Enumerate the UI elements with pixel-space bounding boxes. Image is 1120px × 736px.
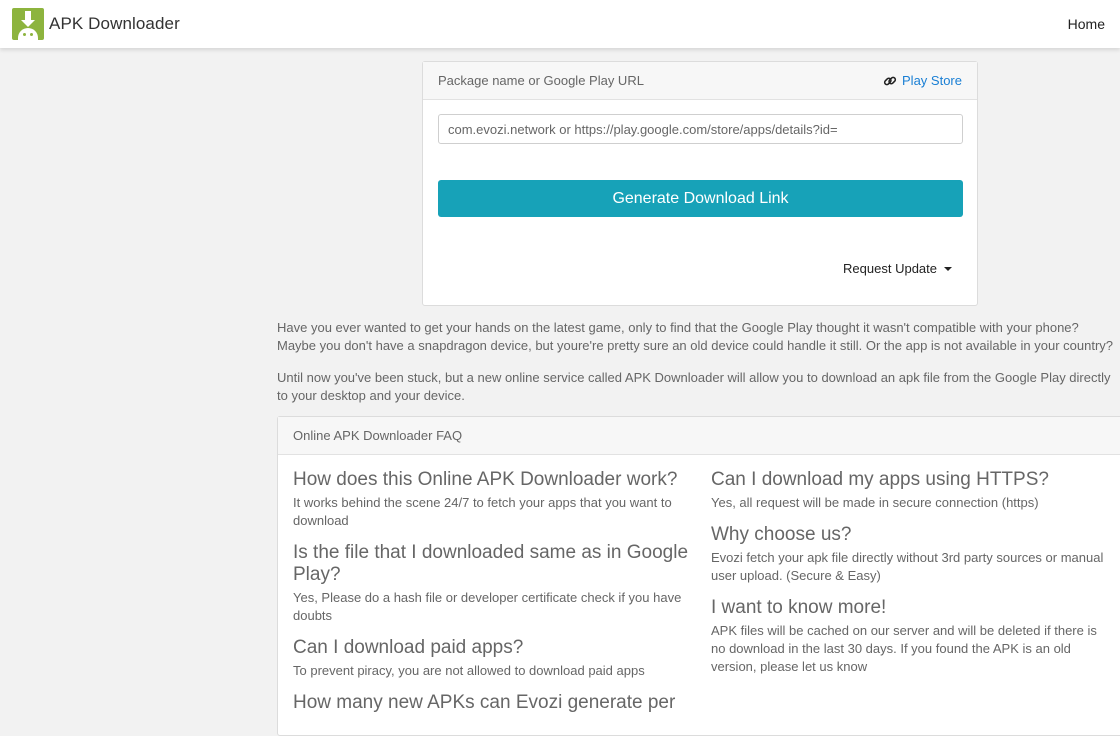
form-header-label: Package name or Google Play URL [438,73,644,88]
faq-answer: Evozi fetch your apk file directly witho… [711,550,1104,583]
faq-question: Can I download my apps using HTTPS? [711,469,1049,490]
package-url-input[interactable] [438,114,963,144]
faq-answer: APK files will be cached on our server a… [711,623,1097,674]
request-update-dropdown[interactable]: Request Update [843,261,952,276]
intro-text: Have you ever wanted to get your hands o… [277,319,1117,405]
faq-item: How many new APKs can Evozi generate per [293,692,693,714]
play-store-label: Play Store [902,73,962,88]
intro-line-2: Maybe you don't have a snapdragon device… [277,338,1114,353]
link-icon [883,76,897,85]
faq-question: Can I download paid apps? [293,637,524,658]
nav-home-link[interactable]: Home [1068,16,1105,32]
faq-title: Online APK Downloader FAQ [278,417,1120,455]
faq-item: How does this Online APK Downloader work… [293,469,693,530]
faq-item: Can I download my apps using HTTPS? Yes,… [711,469,1111,512]
faq-question: Is the file that I downloaded same as in… [293,542,689,585]
generate-download-link-button[interactable]: Generate Download Link [438,180,963,217]
faq-question: Why choose us? [711,524,852,545]
faq-card: Online APK Downloader FAQ How does this … [277,416,1120,736]
request-update-label: Request Update [843,261,937,276]
faq-answer: Yes, Please do a hash file or developer … [293,590,682,623]
faq-question: How does this Online APK Downloader work… [293,469,678,490]
intro-paragraph-2: Until now you've been stuck, but a new o… [277,370,1111,403]
brand-name: APK Downloader [49,14,180,33]
form-header: Package name or Google Play URL Play Sto… [423,62,977,100]
play-store-link[interactable]: Play Store [883,73,962,88]
brand[interactable]: APK Downloader [12,8,180,40]
download-form-card: Package name or Google Play URL Play Sto… [422,61,978,306]
intro-paragraph-1: Have you ever wanted to get your hands o… [277,319,1117,355]
faq-item: Why choose us? Evozi fetch your apk file… [711,524,1111,585]
faq-question: How many new APKs can Evozi generate per [293,692,676,713]
navbar: APK Downloader Home [0,0,1120,48]
faq-column-right: Can I download my apps using HTTPS? Yes,… [711,469,1111,688]
faq-answer: To prevent piracy, you are not allowed t… [293,663,645,678]
faq-item: Can I download paid apps? To prevent pir… [293,637,693,680]
faq-answer: Yes, all request will be made in secure … [711,495,1039,510]
faq-question: I want to know more! [711,597,887,618]
faq-column-left: How does this Online APK Downloader work… [293,469,693,717]
android-download-icon [12,8,44,40]
caret-down-icon [944,266,952,271]
faq-item: Is the file that I downloaded same as in… [293,542,693,625]
faq-answer: It works behind the scene 24/7 to fetch … [293,495,672,528]
intro-line-1: Have you ever wanted to get your hands o… [277,320,1079,335]
faq-item: I want to know more! APK files will be c… [711,597,1111,676]
